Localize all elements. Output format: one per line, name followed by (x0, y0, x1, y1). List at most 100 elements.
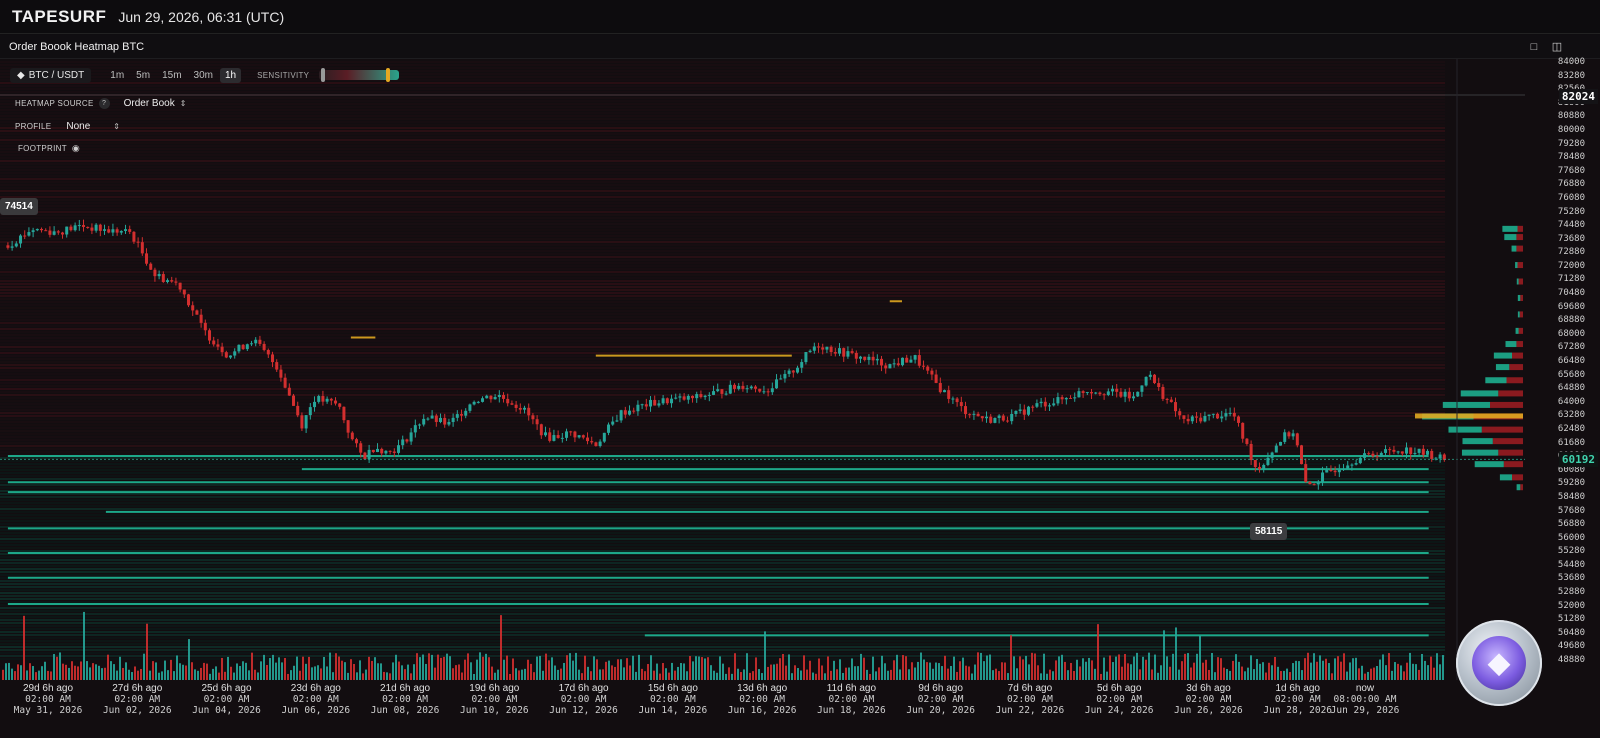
volume-bar (293, 665, 295, 680)
volume-bar (437, 654, 439, 680)
volume-bar (1241, 666, 1243, 680)
volume-bar (209, 673, 211, 680)
heatmap-row (0, 232, 1445, 234)
profile-ask-bar (1516, 245, 1523, 252)
footprint-row[interactable]: FOOTPRINT ◉ (18, 143, 80, 154)
heatmap-row (0, 598, 1445, 600)
tf-1h[interactable]: 1h (219, 67, 242, 83)
y-tick-label: 52000 (1557, 600, 1585, 611)
heatmap-row (0, 316, 1445, 318)
heatmap-row (0, 187, 1445, 189)
candle-down (266, 349, 270, 355)
heatmap-row (0, 610, 1445, 612)
candle-down (1153, 374, 1157, 384)
volume-bar (1268, 662, 1270, 680)
tf-15m[interactable]: 15m (157, 68, 186, 83)
sensitivity-slider[interactable] (319, 68, 400, 82)
volume-bar (443, 656, 445, 680)
candle-up (1342, 468, 1346, 470)
profile-select[interactable]: None (66, 121, 90, 132)
volume-bar (158, 672, 160, 680)
y-tick-label: 64000 (1557, 396, 1585, 407)
candle-down (1098, 392, 1102, 395)
sensitivity-high-handle[interactable] (386, 68, 391, 82)
volume-bar (470, 662, 472, 680)
x-tick-rel: 23d 6h ago (290, 683, 341, 694)
volume-bar (101, 668, 103, 680)
candle-up (1077, 391, 1081, 398)
candle-up (1052, 403, 1056, 406)
candle-up (119, 230, 123, 233)
volume-bar (1346, 671, 1348, 680)
y-tick-label: 57680 (1557, 505, 1585, 516)
volume-bar (779, 658, 781, 680)
heatmap-row (0, 151, 1445, 153)
symbol-selector[interactable]: ◆ BTC / USDT (10, 67, 92, 83)
candle-up (397, 445, 401, 453)
volume-bar (86, 661, 88, 680)
candle-down (1400, 451, 1404, 454)
heatmap-chart[interactable] (0, 59, 1600, 738)
x-tick-label: 19d 6h ago 02:00 AM Jun 10, 2026 (449, 683, 539, 716)
volume-bar (998, 671, 1000, 680)
volume-bar (95, 664, 97, 680)
help-icon[interactable]: ? (98, 98, 110, 109)
x-tick-date: Jun 14, 2026 (638, 705, 708, 716)
candle-up (1111, 388, 1115, 392)
volume-bar (1118, 654, 1120, 680)
heatmap-row (0, 556, 1445, 558)
chevron-updown-icon[interactable]: ⇕ (180, 99, 187, 108)
volume-bar (425, 663, 427, 680)
split-icon[interactable]: ◫ (1550, 40, 1564, 54)
candle-down (720, 389, 724, 394)
volume-bar (821, 665, 823, 680)
volume-bar (59, 652, 61, 680)
x-tick-label: 7d 6h ago 02:00 AM Jun 22, 2026 (985, 683, 1075, 716)
volume-bar (53, 654, 55, 680)
heatmap-row (0, 430, 1445, 432)
candle-down (56, 231, 60, 233)
sensitivity-low-handle[interactable] (320, 68, 325, 82)
app-badge-logo[interactable]: ◆ (1456, 620, 1542, 706)
square-icon[interactable]: □ (1527, 40, 1541, 54)
volume-bar (410, 673, 412, 680)
chevron-updown-icon[interactable]: ⇕ (113, 122, 120, 131)
candle-down (271, 354, 275, 363)
candle-down (44, 230, 48, 232)
candle-up (875, 358, 879, 361)
heatmap-row (0, 412, 1445, 414)
eye-icon[interactable]: ◉ (72, 143, 80, 154)
volume-bar (539, 655, 541, 680)
tf-5m[interactable]: 5m (131, 68, 155, 83)
candle-down (258, 339, 262, 344)
volume-bar (521, 669, 523, 680)
volume-bar (359, 660, 361, 680)
x-tick-date: Jun 06, 2026 (281, 705, 351, 716)
volume-bar (536, 656, 538, 680)
x-tick-rel: 7d 6h ago (1007, 683, 1053, 694)
brand-logo[interactable]: TAPESURF (12, 7, 106, 27)
heatmap-row (0, 97, 1445, 99)
candle-down (842, 348, 846, 357)
heatmap-row (0, 283, 1445, 285)
tf-1m[interactable]: 1m (105, 68, 129, 83)
heatmap-row (0, 325, 1445, 327)
candle-down (300, 415, 304, 429)
candle-up (993, 417, 997, 423)
candle-up (808, 350, 812, 353)
x-tick-rel: 11d 6h ago (826, 683, 877, 694)
candle-down (665, 398, 669, 404)
volume-bar (896, 654, 898, 680)
volume-bar (518, 670, 520, 680)
candle-down (489, 395, 493, 400)
heatmap-row (0, 442, 1445, 444)
tf-30m[interactable]: 30m (189, 68, 218, 83)
heatmap-source-select[interactable]: Order Book (124, 98, 175, 109)
x-tick-label: 21d 6h ago 02:00 AM Jun 08, 2026 (360, 683, 450, 716)
volume-bar (506, 655, 508, 680)
volume-bar (1259, 663, 1261, 680)
heatmap-row (0, 571, 1445, 573)
heatmap-row (0, 514, 1445, 516)
y-tick-label: 80880 (1557, 111, 1585, 122)
candle-down (1375, 456, 1379, 458)
